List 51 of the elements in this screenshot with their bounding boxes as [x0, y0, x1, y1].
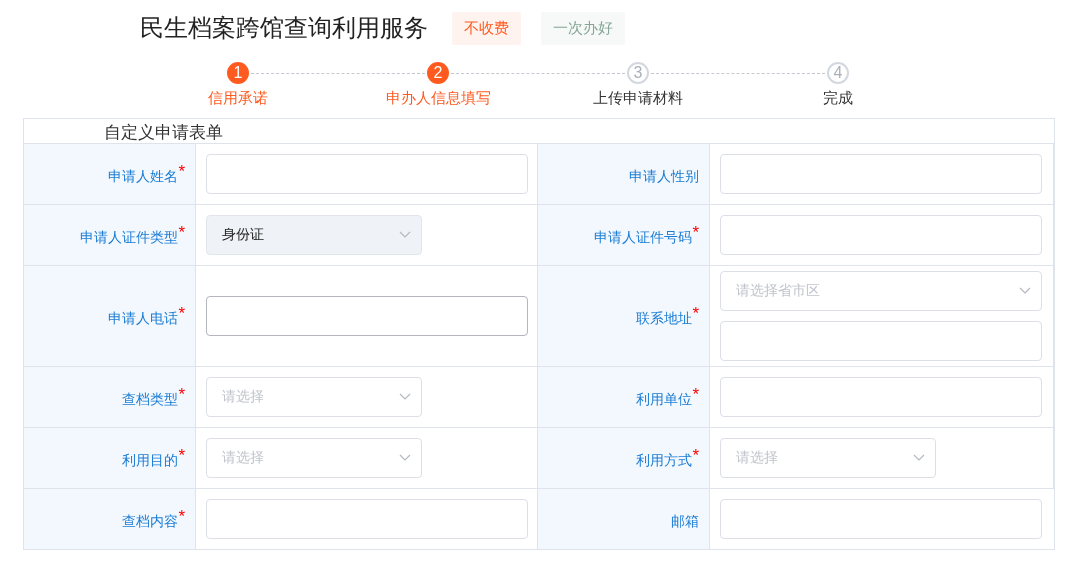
field-label: 申请人证件类型: [80, 229, 179, 247]
tag: 一次办好: [541, 11, 625, 45]
required-mark: *: [692, 223, 699, 243]
chevron-down-icon: [399, 393, 411, 401]
chevron-down-icon: [913, 454, 925, 462]
input-field[interactable]: [206, 499, 528, 539]
field-label: 查档内容: [122, 513, 179, 531]
required-mark: *: [178, 304, 185, 324]
required-mark: *: [692, 446, 699, 465]
input-field[interactable]: [720, 215, 1042, 255]
step-label: 申办人信息填写: [385, 89, 491, 108]
required-mark: *: [178, 162, 185, 182]
field-label: 查档类型: [122, 391, 179, 409]
select-field[interactable]: 请选择: [720, 438, 936, 478]
form-title: 自定义申请表单: [103, 122, 224, 143]
field-label: 利用目的: [122, 452, 179, 470]
field-label: 申请人性别: [629, 168, 699, 186]
chevron-down-icon: [399, 231, 411, 239]
required-mark: *: [178, 446, 185, 466]
select-field[interactable]: 请选择省市区: [720, 271, 1042, 311]
step-number: 1: [227, 62, 249, 84]
step-label: 上传申请材料: [593, 89, 683, 108]
tag: 不收费: [452, 11, 521, 45]
step-label: 完成: [823, 89, 853, 108]
chevron-down-icon: [1019, 287, 1031, 295]
input-field[interactable]: [720, 154, 1042, 194]
input-field[interactable]: [720, 377, 1042, 417]
page-title: 民生档案跨馆查询利用服务: [140, 13, 428, 44]
field-label: 申请人电话: [108, 310, 179, 328]
step-label: 信用承诺: [208, 89, 268, 108]
field-label: 利用单位: [636, 391, 693, 409]
required-mark: *: [692, 304, 699, 324]
field-label: 联系地址: [636, 310, 693, 328]
required-mark: *: [692, 385, 699, 405]
required-mark: *: [178, 223, 185, 243]
chevron-down-icon: [399, 454, 411, 462]
input-field[interactable]: [206, 296, 528, 336]
required-mark: *: [178, 507, 185, 527]
select-field[interactable]: 请选择: [206, 377, 422, 417]
field-label: 利用方式: [636, 452, 693, 470]
input-field[interactable]: [720, 499, 1042, 539]
input-field[interactable]: [720, 321, 1042, 361]
field-label: 申请人证件号码: [594, 229, 693, 247]
field-label: 申请人姓名: [108, 168, 179, 186]
input-field[interactable]: [206, 154, 528, 194]
required-mark: *: [178, 385, 185, 405]
step-number: 4: [827, 62, 849, 84]
step-number: 2: [427, 62, 449, 84]
step-number: 3: [627, 62, 649, 84]
field-label: 邮箱: [671, 513, 699, 531]
select-field[interactable]: 请选择: [206, 438, 422, 478]
